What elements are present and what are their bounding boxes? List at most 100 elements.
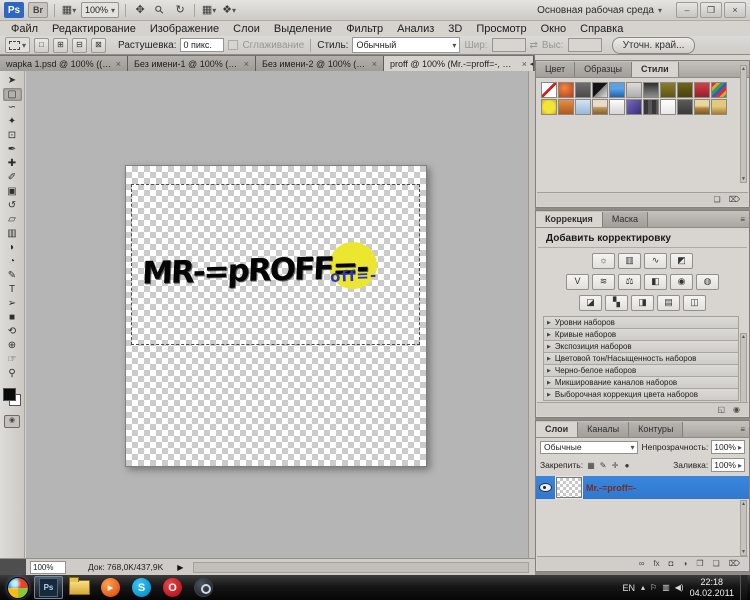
- status-zoom-input[interactable]: 100%: [30, 561, 66, 574]
- preset-group-1[interactable]: ▶Уровни наборов: [544, 317, 738, 329]
- expand-arrow-icon[interactable]: ▶: [547, 344, 551, 350]
- expand-arrow-icon[interactable]: ▶: [547, 368, 551, 374]
- layer-group-icon[interactable]: ❐: [696, 558, 703, 570]
- hand-tool-icon[interactable]: ✥: [132, 3, 148, 18]
- hidden-icons-icon[interactable]: ▴: [641, 583, 645, 592]
- style-swatch[interactable]: [558, 82, 574, 98]
- link-layers-icon[interactable]: ∞: [639, 558, 645, 570]
- expand-arrow-icon[interactable]: ▶: [547, 320, 551, 326]
- layer-visibility-toggle[interactable]: [538, 483, 552, 492]
- expand-arrow-icon[interactable]: ▶: [547, 356, 551, 362]
- style-swatch[interactable]: [592, 82, 608, 98]
- gradient-map-icon[interactable]: ▤: [657, 295, 680, 311]
- zoom-tool[interactable]: ⚲: [3, 367, 22, 381]
- selection-mode-intersect-button[interactable]: ⊠: [91, 38, 106, 53]
- menu-item-6[interactable]: Фильтр: [339, 23, 390, 35]
- menu-item-2[interactable]: Редактирование: [45, 23, 143, 35]
- hue-saturation-icon[interactable]: ≋: [592, 274, 615, 290]
- expand-arrow-icon[interactable]: ▶: [547, 380, 551, 386]
- style-swatch[interactable]: [643, 82, 659, 98]
- quick-selection-tool[interactable]: ✦: [3, 115, 22, 129]
- lock-transparency-icon[interactable]: ▦: [586, 461, 596, 470]
- menu-item-9[interactable]: Просмотр: [469, 23, 533, 35]
- delete-style-icon[interactable]: ⌦: [729, 194, 740, 206]
- taskbar-skype[interactable]: S: [127, 576, 156, 599]
- restore-button[interactable]: ❐: [700, 2, 722, 18]
- styles-tab-3[interactable]: Стили: [632, 62, 679, 77]
- view-extras-icon[interactable]: ▦▾: [61, 3, 77, 18]
- rotate-view-icon[interactable]: ↻: [172, 3, 188, 18]
- selective-color-icon[interactable]: ◫: [683, 295, 706, 311]
- panel-menu-icon[interactable]: ≡: [736, 212, 749, 227]
- screen-mode-icon[interactable]: ❖▾: [221, 3, 237, 18]
- zoom-level-dropdown[interactable]: 100%▾: [81, 2, 119, 18]
- photo-filter-icon[interactable]: ◉: [670, 274, 693, 290]
- clip-adjustment-icon[interactable]: ◉: [733, 404, 740, 416]
- menu-item-5[interactable]: Выделение: [267, 23, 339, 35]
- styles-scrollbar[interactable]: ▲▼: [740, 65, 747, 183]
- posterize-icon[interactable]: ▚: [605, 295, 628, 311]
- adjustments-tab-2[interactable]: Маска: [603, 212, 648, 227]
- taskbar-media-player[interactable]: ▶: [96, 576, 125, 599]
- hand-tool[interactable]: ☞: [3, 353, 22, 367]
- document-tab-4[interactable]: proff @ 100% (Mr.-=proff=-, RGB/8) *×: [384, 56, 534, 71]
- layers-tab-2[interactable]: Каналы: [578, 422, 629, 437]
- 3d-orbit-tool[interactable]: ⊕: [3, 339, 22, 353]
- taskbar-photoshop[interactable]: Ps: [34, 576, 63, 599]
- adjustment-layer-icon[interactable]: ◑: [683, 558, 688, 570]
- style-swatch[interactable]: [694, 82, 710, 98]
- brush-tool[interactable]: ✐: [3, 171, 22, 185]
- style-swatch[interactable]: [694, 99, 710, 115]
- levels-icon[interactable]: ▥: [618, 253, 641, 269]
- minimize-button[interactable]: –: [676, 2, 698, 18]
- style-swatch[interactable]: [609, 99, 625, 115]
- layer-effects-icon[interactable]: fx: [653, 558, 659, 570]
- dodge-tool[interactable]: ◔: [3, 255, 22, 269]
- clone-stamp-tool[interactable]: ▣: [3, 185, 22, 199]
- scroll-up-icon[interactable]: ▲: [741, 334, 746, 340]
- document-tab-1[interactable]: wapka 1.psd @ 100% ((DANCE...×: [0, 56, 128, 71]
- move-tool[interactable]: ➤: [3, 74, 22, 88]
- taskbar-steam[interactable]: [189, 576, 218, 599]
- language-indicator[interactable]: EN: [623, 583, 636, 593]
- threshold-icon[interactable]: ◨: [631, 295, 654, 311]
- taskbar-clock[interactable]: 22:18 04.02.2011: [690, 577, 734, 598]
- quick-mask-icon[interactable]: ◉: [4, 415, 20, 428]
- bridge-icon[interactable]: Br: [28, 2, 48, 18]
- style-swatch[interactable]: [677, 99, 693, 115]
- panel-menu-icon[interactable]: ≡: [736, 422, 749, 437]
- style-swatch[interactable]: [558, 99, 574, 115]
- network-icon[interactable]: ▥: [662, 583, 670, 592]
- styles-tab-1[interactable]: Цвет: [536, 62, 575, 77]
- type-tool[interactable]: T: [3, 283, 22, 297]
- style-swatch[interactable]: [643, 99, 659, 115]
- layers-tab-3[interactable]: Контуры: [629, 422, 683, 437]
- lock-all-icon[interactable]: ●: [622, 461, 632, 470]
- style-swatch[interactable]: [711, 99, 727, 115]
- menu-item-8[interactable]: 3D: [441, 23, 469, 35]
- document-canvas[interactable]: MR-=pROFF=- off=-: [125, 165, 427, 467]
- eraser-tool[interactable]: ▱: [3, 213, 22, 227]
- eyedropper-tool[interactable]: ✒: [3, 143, 22, 157]
- style-swatch[interactable]: [541, 99, 557, 115]
- channel-mixer-icon[interactable]: ◍: [696, 274, 719, 290]
- lasso-tool[interactable]: ∽: [3, 101, 22, 115]
- preset-group-4[interactable]: ▶Цветовой тон/Насыщенность наборов: [544, 353, 738, 365]
- layer-mask-icon[interactable]: ◘: [669, 558, 674, 570]
- document-tab-2[interactable]: Без имени-1 @ 100% (Слой 2...×: [128, 56, 256, 71]
- menu-item-1[interactable]: Файл: [4, 23, 45, 35]
- 3d-rotate-tool[interactable]: ⟲: [3, 325, 22, 339]
- rectangle-tool[interactable]: ■: [3, 311, 22, 325]
- invert-icon[interactable]: ◪: [579, 295, 602, 311]
- style-select[interactable]: Обычный▾: [352, 37, 460, 53]
- close-tab-icon[interactable]: ×: [372, 59, 377, 69]
- black-white-icon[interactable]: ◧: [644, 274, 667, 290]
- refine-edge-button[interactable]: Уточн. край...: [612, 37, 696, 54]
- scroll-up-icon[interactable]: ▲: [741, 66, 746, 72]
- menu-item-10[interactable]: Окно: [534, 23, 574, 35]
- status-options-icon[interactable]: ▶: [177, 563, 183, 572]
- expand-arrow-icon[interactable]: ▶: [547, 332, 551, 338]
- lock-paint-icon[interactable]: ✎: [598, 461, 608, 470]
- expand-arrow-icon[interactable]: ▶: [547, 392, 551, 398]
- styles-tab-2[interactable]: Образцы: [575, 62, 632, 77]
